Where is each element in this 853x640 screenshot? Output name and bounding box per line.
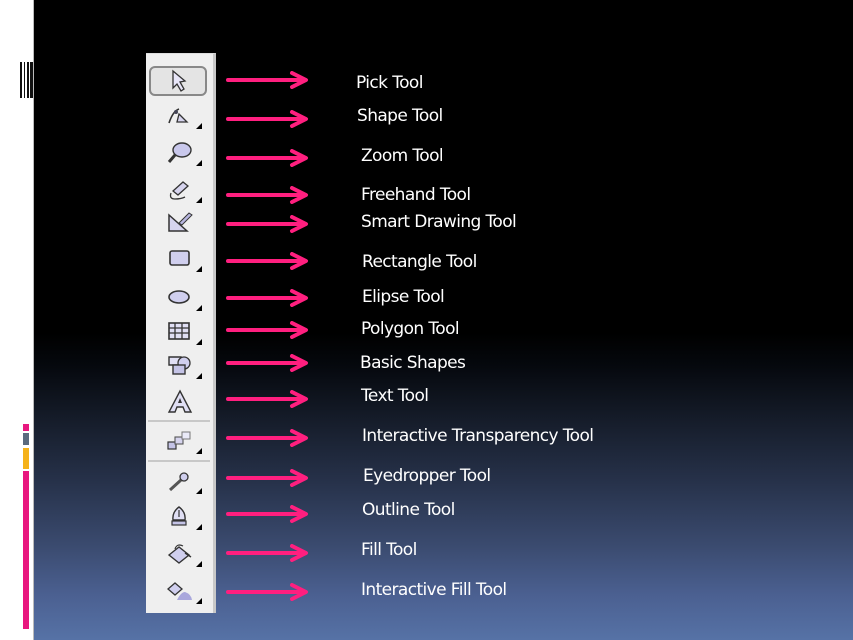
accent-bar-pink-small [23,424,29,431]
pointer-arrow [226,583,308,601]
pointer-arrow [226,544,308,562]
pointer-arrow [226,354,308,372]
tool-freehand[interactable] [150,175,210,205]
tool-interactive-fill[interactable] [150,576,210,606]
tool-polygon[interactable] [150,317,210,347]
interactive-fill-tool-icon [167,582,192,600]
slide-edge-divider [33,0,34,640]
tool-outline[interactable] [150,502,210,532]
interactive-transparency-tool-icon [167,431,191,450]
shape-tool-icon [168,108,189,124]
pointer-arrow [226,390,308,408]
tool-rectangle[interactable] [150,244,210,274]
pointer-arrow [226,186,308,204]
barcode-decoration [19,62,33,98]
eyedropper-tool-icon [168,472,189,492]
tool-eyedropper[interactable] [150,466,210,496]
pointer-arrow [226,71,308,89]
smart-drawing-tool-icon [168,212,193,232]
accent-bar-pink-long [23,471,29,629]
tool-label: Text Tool [361,386,429,406]
tool-label: Basic Shapes [360,353,466,373]
tool-label: Freehand Tool [361,185,471,205]
pointer-arrow [226,505,308,523]
pointer-arrow [226,289,308,307]
tool-label: Interactive Fill Tool [361,580,507,600]
tool-label: Smart Drawing Tool [361,212,517,232]
tool-fill[interactable] [150,539,210,569]
toolbox-separator [148,420,210,422]
zoom-tool-icon [167,142,192,163]
freehand-tool-icon [169,181,190,200]
fill-tool-icon [167,544,192,564]
tool-label: Outline Tool [362,500,455,520]
basic-shapes-icon [168,356,191,375]
tool-label: Elipse Tool [362,287,445,307]
tool-label: Shape Tool [357,106,443,126]
tool-pick[interactable] [149,66,207,96]
pointer-arrow [226,429,308,447]
pointer-arrow [226,110,308,128]
ellipse-tool-icon [168,290,190,304]
tool-label: Rectangle Tool [362,252,477,272]
pick-tool-icon [172,69,187,92]
polygon-tool-icon [168,322,190,340]
pointer-arrow [226,321,308,339]
tool-basic-shapes[interactable] [150,351,210,381]
accent-bar-yellow [23,448,29,469]
tool-label: Interactive Transparency Tool [362,426,594,446]
tool-smart-drawing[interactable] [150,207,210,237]
tool-label: Zoom Tool [361,146,444,166]
tool-label: Eyedropper Tool [363,466,491,486]
tool-ellipse[interactable] [150,283,210,313]
pointer-arrow [226,252,308,270]
tool-shape[interactable] [150,101,210,131]
tool-label: Pick Tool [356,73,423,93]
tool-zoom[interactable] [150,138,210,168]
pointer-arrow [226,215,308,233]
pointer-arrow [226,469,308,487]
text-tool-icon [167,389,193,413]
rectangle-tool-icon [169,250,190,266]
tool-interactive-transparency[interactable] [150,426,210,456]
toolbox [146,53,216,613]
accent-bar-gray [23,433,29,445]
toolbox-separator [148,460,210,462]
pointer-arrow [226,149,308,167]
outline-tool-icon [171,506,187,526]
tool-text[interactable] [150,387,210,417]
tool-label: Polygon Tool [361,319,460,339]
tool-label: Fill Tool [361,540,417,560]
